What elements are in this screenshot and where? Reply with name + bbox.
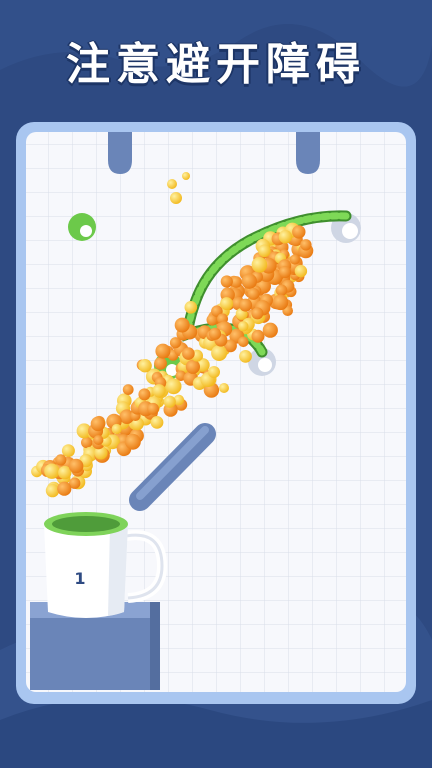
ball: [163, 395, 176, 408]
ball: [262, 322, 278, 338]
ball: [184, 301, 198, 314]
ball: [170, 192, 182, 204]
ball: [182, 347, 195, 360]
cup-number: 1: [74, 569, 85, 588]
ball: [241, 273, 257, 289]
ball: [182, 172, 190, 180]
ball: [208, 327, 222, 340]
ball: [154, 357, 167, 370]
ball: [300, 239, 312, 251]
ball: [55, 454, 67, 466]
ball: [150, 416, 164, 429]
top-hook-right: [296, 132, 320, 174]
ball: [167, 179, 177, 189]
ball: [238, 336, 249, 348]
ball: [251, 307, 264, 320]
ball: [239, 350, 252, 363]
ball: [289, 254, 300, 265]
ball: [45, 483, 60, 498]
ball: [275, 284, 288, 297]
ball: [90, 416, 106, 432]
ball: [138, 359, 152, 373]
ball: [247, 287, 260, 300]
ball: [122, 384, 134, 395]
ball: [239, 298, 253, 312]
ball: [152, 384, 166, 398]
ball: [138, 388, 151, 401]
ball: [258, 244, 271, 258]
ball: [220, 297, 234, 311]
ball: [57, 481, 72, 496]
ball: [147, 402, 160, 415]
ball: [211, 345, 228, 361]
ball: [208, 366, 220, 378]
ball: [165, 378, 182, 395]
ball: [68, 458, 84, 474]
ball: [278, 265, 292, 279]
ball: [278, 230, 293, 244]
game-board: 1: [16, 122, 416, 704]
ball: [220, 275, 233, 288]
peg-top-left: [68, 213, 96, 241]
ball: [238, 321, 249, 332]
ball: [155, 343, 171, 359]
ball: [124, 433, 141, 450]
ball: [294, 264, 308, 278]
ball: [219, 383, 229, 393]
ball: [272, 294, 289, 311]
ball: [185, 359, 200, 374]
top-hook-left: [108, 132, 132, 174]
ball: [251, 257, 268, 273]
ball: [44, 463, 60, 479]
ball: [93, 435, 104, 445]
ball: [169, 337, 182, 349]
ball: [111, 423, 122, 435]
ball: [174, 317, 190, 333]
ball: [292, 225, 306, 239]
ball: [251, 329, 265, 343]
